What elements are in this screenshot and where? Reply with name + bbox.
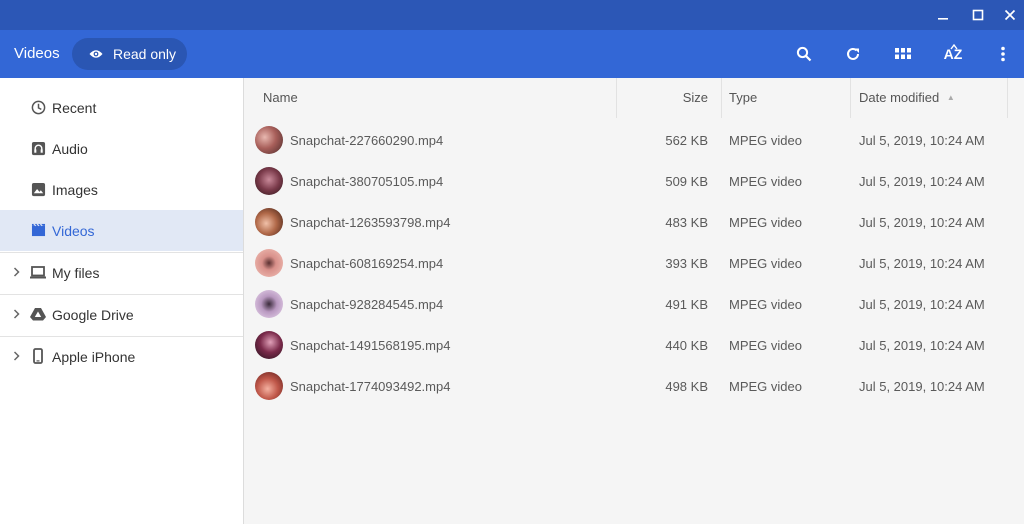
file-date-modified: Jul 5, 2019, 10:24 AM: [859, 133, 985, 148]
close-icon[interactable]: [995, 0, 1024, 30]
table-row[interactable]: Snapchat-380705105.mp4 509 KB MPEG video…: [244, 161, 1024, 202]
column-header-date-label: Date modified: [859, 90, 940, 105]
column-header-type[interactable]: Type: [729, 78, 757, 118]
table-row[interactable]: Snapchat-227660290.mp4 562 KB MPEG video…: [244, 120, 1024, 161]
video-thumbnail: [255, 331, 283, 359]
read-only-badge[interactable]: Read only: [72, 38, 187, 70]
sidebar-item-my-files[interactable]: My files: [0, 252, 243, 294]
app-toolbar: Videos Read only AZ: [0, 30, 1024, 78]
file-size: 440 KB: [665, 338, 708, 353]
chevron-right-icon[interactable]: [10, 349, 22, 363]
video-thumbnail: [255, 249, 283, 277]
file-name: Snapchat-1491568195.mp4: [290, 338, 451, 353]
video-thumbnail: [255, 290, 283, 318]
file-date-modified: Jul 5, 2019, 10:24 AM: [859, 256, 985, 271]
sidebar-item-label: My files: [52, 265, 100, 281]
sidebar-item-label: Apple iPhone: [52, 349, 136, 365]
sidebar-item-apple-iphone[interactable]: Apple iPhone: [0, 336, 243, 378]
video-thumbnail: [255, 208, 283, 236]
table-header: Name Size Type Date modified ▲: [244, 78, 1024, 118]
column-header-name[interactable]: Name: [263, 78, 298, 118]
file-type: MPEG video: [729, 379, 802, 394]
maximize-icon[interactable]: [963, 0, 993, 30]
window-titlebar: [0, 0, 1024, 30]
file-size: 393 KB: [665, 256, 708, 271]
column-header-size[interactable]: Size: [624, 78, 708, 118]
sort-az-icon[interactable]: AZ: [938, 39, 968, 69]
laptop-icon: [30, 264, 46, 280]
toolbar-title: Videos: [14, 45, 60, 62]
file-list: Name Size Type Date modified ▲ Snapchat-…: [244, 78, 1024, 524]
audio-icon: [30, 140, 46, 156]
video-thumbnail: [255, 167, 283, 195]
file-size: 509 KB: [665, 174, 708, 189]
more-vert-icon[interactable]: [988, 39, 1018, 69]
file-type: MPEG video: [729, 256, 802, 271]
file-name: Snapchat-608169254.mp4: [290, 256, 444, 271]
sidebar-item-google-drive[interactable]: Google Drive: [0, 294, 243, 336]
file-date-modified: Jul 5, 2019, 10:24 AM: [859, 174, 985, 189]
search-icon[interactable]: [789, 39, 819, 69]
video-thumbnail: [255, 126, 283, 154]
sidebar-item-recent[interactable]: Recent: [0, 87, 243, 128]
sidebar-item-label: Videos: [52, 222, 95, 239]
file-date-modified: Jul 5, 2019, 10:24 AM: [859, 215, 985, 230]
sidebar-item-label: Recent: [52, 99, 97, 116]
file-size: 562 KB: [665, 133, 708, 148]
phone-icon: [30, 348, 46, 364]
file-date-modified: Jul 5, 2019, 10:24 AM: [859, 297, 985, 312]
chevron-right-icon[interactable]: [10, 307, 22, 321]
clock-icon: [30, 99, 46, 115]
sidebar-item-label: Images: [52, 181, 98, 198]
file-date-modified: Jul 5, 2019, 10:24 AM: [859, 338, 985, 353]
file-size: 491 KB: [665, 297, 708, 312]
sort-ascending-icon: ▲: [946, 93, 955, 102]
video-icon: [30, 222, 46, 238]
column-divider[interactable]: [616, 78, 617, 118]
file-name: Snapchat-1263593798.mp4: [290, 215, 451, 230]
table-row[interactable]: Snapchat-1774093492.mp4 498 KB MPEG vide…: [244, 366, 1024, 407]
grid-view-icon[interactable]: [888, 39, 918, 69]
file-date-modified: Jul 5, 2019, 10:24 AM: [859, 379, 985, 394]
sidebar-item-label: Audio: [52, 140, 88, 157]
column-divider[interactable]: [721, 78, 722, 118]
refresh-icon[interactable]: [838, 39, 868, 69]
file-type: MPEG video: [729, 133, 802, 148]
file-name: Snapchat-1774093492.mp4: [290, 379, 451, 394]
video-thumbnail: [255, 372, 283, 400]
file-size: 498 KB: [665, 379, 708, 394]
file-type: MPEG video: [729, 174, 802, 189]
sidebar-item-images[interactable]: Images: [0, 169, 243, 210]
eye-icon: [89, 47, 103, 61]
file-name: Snapchat-380705105.mp4: [290, 174, 444, 189]
column-header-date-modified[interactable]: Date modified ▲: [859, 78, 955, 118]
sidebar-item-videos[interactable]: Videos: [0, 210, 243, 251]
image-icon: [30, 181, 46, 197]
table-row[interactable]: Snapchat-1263593798.mp4 483 KB MPEG vide…: [244, 202, 1024, 243]
table-row[interactable]: Snapchat-608169254.mp4 393 KB MPEG video…: [244, 243, 1024, 284]
table-row[interactable]: Snapchat-928284545.mp4 491 KB MPEG video…: [244, 284, 1024, 325]
sidebar-item-label: Google Drive: [52, 307, 134, 323]
file-type: MPEG video: [729, 215, 802, 230]
sidebar-item-audio[interactable]: Audio: [0, 128, 243, 169]
sidebar: Recent Audio Images Videos My files Goog…: [0, 78, 244, 524]
file-type: MPEG video: [729, 338, 802, 353]
read-only-label: Read only: [113, 46, 177, 62]
column-divider[interactable]: [1007, 78, 1008, 118]
file-type: MPEG video: [729, 297, 802, 312]
minimize-icon[interactable]: [928, 0, 958, 30]
column-divider[interactable]: [850, 78, 851, 118]
drive-icon: [30, 306, 46, 322]
table-row[interactable]: Snapchat-1491568195.mp4 440 KB MPEG vide…: [244, 325, 1024, 366]
file-name: Snapchat-227660290.mp4: [290, 133, 444, 148]
file-size: 483 KB: [665, 215, 708, 230]
chevron-right-icon[interactable]: [10, 265, 22, 279]
file-name: Snapchat-928284545.mp4: [290, 297, 444, 312]
